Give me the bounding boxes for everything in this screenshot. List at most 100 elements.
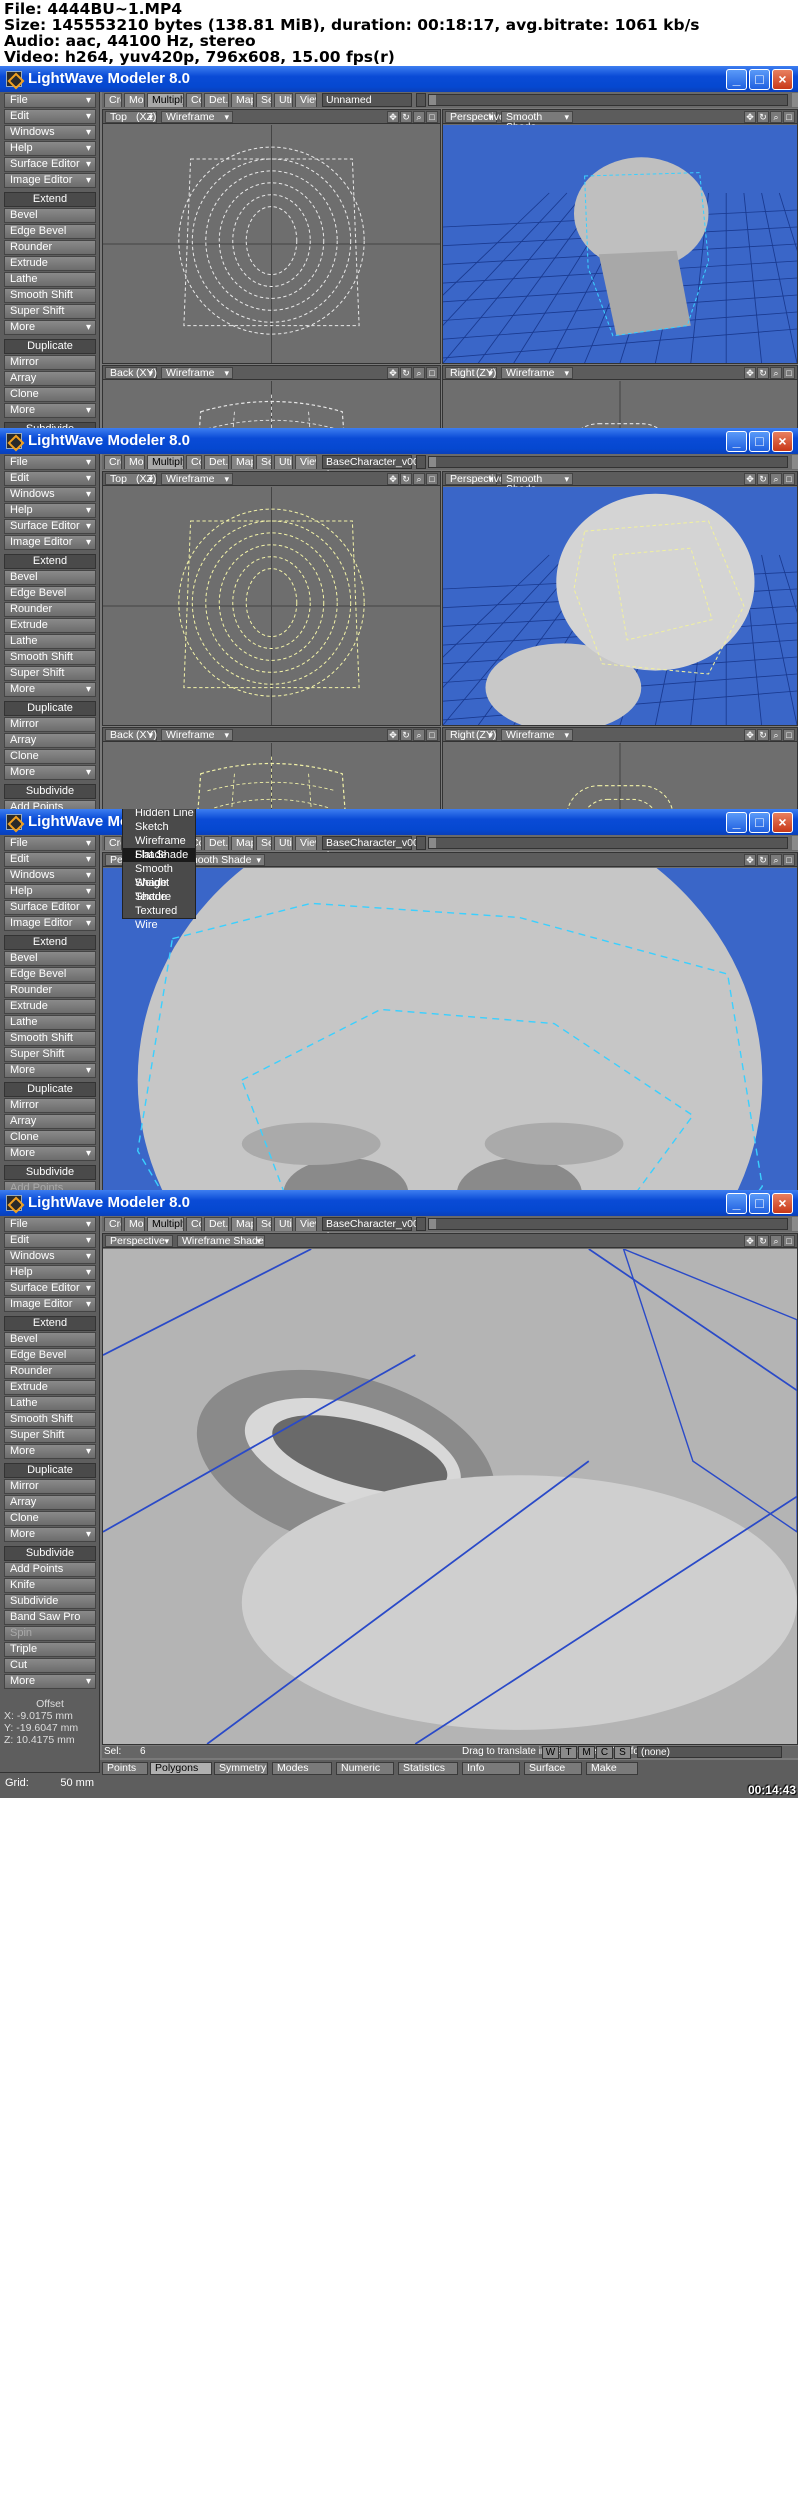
menu-item-weight-shade[interactable]: Weight Shade: [123, 876, 195, 903]
rotate-icon[interactable]: ↻: [400, 367, 412, 379]
object-selector[interactable]: BaseCharacter_v002 *: [322, 836, 425, 861]
tool-more[interactable]: More: [4, 320, 96, 335]
menu-item-smooth-shade[interactable]: Smooth Shade: [123, 862, 195, 889]
render-mode-dropdown[interactable]: Wireframe: [501, 367, 573, 379]
tool-more[interactable]: More: [4, 1063, 96, 1078]
menu-help[interactable]: Help: [4, 1265, 96, 1280]
menu-item-texture[interactable]: Texture: [123, 890, 195, 904]
tool-more[interactable]: More: [4, 765, 96, 780]
tool-lathe[interactable]: Lathe: [4, 272, 96, 287]
maximize-viewport-icon[interactable]: □: [783, 1235, 795, 1247]
tool-smooth-shift[interactable]: Smooth Shift: [4, 288, 96, 303]
view-type-dropdown[interactable]: Top (XZ): [105, 111, 157, 123]
tab-co[interactable]: Co.: [186, 455, 202, 469]
menu-edit[interactable]: Edit: [4, 1233, 96, 1248]
object-selector[interactable]: BaseCharacter_v002 *: [322, 1217, 425, 1242]
minimize-button[interactable]: _: [726, 812, 747, 833]
minimize-button[interactable]: _: [726, 69, 747, 90]
menu-item-textured-wire[interactable]: Textured Wire: [123, 904, 195, 931]
maximize-viewport-icon[interactable]: □: [426, 473, 438, 485]
viewport-perspective[interactable]: PerspectiveSmooth Shade ✥↻⌕□: [442, 471, 798, 726]
close-button[interactable]: ×: [772, 69, 793, 90]
tool-bevel[interactable]: Bevel: [4, 1332, 96, 1347]
tab-mo[interactable]: Mo.: [124, 1217, 145, 1231]
tool-more[interactable]: More: [4, 1674, 96, 1689]
viewport-canvas[interactable]: [103, 1249, 797, 1744]
tool-super-shift[interactable]: Super Shift: [4, 304, 96, 319]
menu-item-sketch[interactable]: Sketch: [123, 820, 195, 834]
view-type-dropdown[interactable]: Top (XZ): [105, 473, 157, 485]
move-icon[interactable]: ✥: [387, 367, 399, 379]
tab-multiply[interactable]: Multiply: [147, 93, 184, 107]
tool-clone[interactable]: Clone: [4, 387, 96, 402]
menu-windows[interactable]: Windows: [4, 868, 96, 883]
tab-det[interactable]: Det.: [204, 93, 229, 107]
rotate-icon[interactable]: ↻: [757, 367, 769, 379]
menu-file[interactable]: File: [4, 93, 96, 108]
menu-surface-editor[interactable]: Surface Editor: [4, 1281, 96, 1296]
wtmcs-c-button[interactable]: C: [596, 1746, 613, 1759]
maximize-button[interactable]: □: [749, 812, 770, 833]
tab-view[interactable]: View: [295, 455, 317, 469]
layer-bank[interactable]: [428, 456, 788, 468]
maximize-button[interactable]: □: [749, 1193, 770, 1214]
tool-lathe[interactable]: Lathe: [4, 634, 96, 649]
info-button[interactable]: Info: [462, 1762, 520, 1775]
render-mode-dropdown[interactable]: Smooth Shade: [501, 473, 573, 494]
menu-windows[interactable]: Windows: [4, 1249, 96, 1264]
zoom-icon[interactable]: ⌕: [770, 729, 782, 741]
menu-help[interactable]: Help: [4, 884, 96, 899]
tool-edge-bevel[interactable]: Edge Bevel: [4, 967, 96, 982]
move-icon[interactable]: ✥: [387, 473, 399, 485]
rotate-icon[interactable]: ↻: [757, 1235, 769, 1247]
view-type-dropdown[interactable]: Perspective: [105, 1235, 173, 1247]
tab-co[interactable]: Co.: [186, 1217, 202, 1231]
tool-clone[interactable]: Clone: [4, 1511, 96, 1526]
menu-help[interactable]: Help: [4, 141, 96, 156]
tool-extrude[interactable]: Extrude: [4, 1380, 96, 1395]
wtmcs-t-button[interactable]: T: [560, 1746, 577, 1759]
move-icon[interactable]: ✥: [387, 111, 399, 123]
menu-item-wireframe-shade[interactable]: Wireframe Shade: [123, 834, 195, 861]
tab-det[interactable]: Det.: [204, 455, 229, 469]
wtmcs-m-button[interactable]: M: [578, 1746, 595, 1759]
menu-image-editor[interactable]: Image Editor: [4, 1297, 96, 1312]
zoom-icon[interactable]: ⌕: [413, 473, 425, 485]
tool-array[interactable]: Array: [4, 371, 96, 386]
wtmcs-s-button[interactable]: S: [614, 1746, 631, 1759]
zoom-icon[interactable]: ⌕: [413, 729, 425, 741]
zoom-icon[interactable]: ⌕: [770, 367, 782, 379]
view-type-dropdown[interactable]: Back (XY): [105, 729, 157, 741]
layer-scroll[interactable]: [792, 455, 798, 469]
tool-rounder[interactable]: Rounder: [4, 240, 96, 255]
maximize-viewport-icon[interactable]: □: [426, 367, 438, 379]
rotate-icon[interactable]: ↻: [400, 111, 412, 123]
tool-mirror[interactable]: Mirror: [4, 355, 96, 370]
tool-lathe[interactable]: Lathe: [4, 1396, 96, 1411]
tab-map[interactable]: Map: [231, 836, 254, 850]
tool-array[interactable]: Array: [4, 1495, 96, 1510]
menu-item-flat-shade[interactable]: Flat Shade: [123, 848, 195, 862]
tool-clone[interactable]: Clone: [4, 749, 96, 764]
tab-cre[interactable]: Cre.: [104, 1217, 122, 1231]
layer-bank[interactable]: [428, 94, 788, 106]
rotate-icon[interactable]: ↻: [757, 854, 769, 866]
zoom-icon[interactable]: ⌕: [770, 111, 782, 123]
tool-edge-bevel[interactable]: Edge Bevel: [4, 586, 96, 601]
tool-cut[interactable]: Cut: [4, 1658, 96, 1673]
menu-file[interactable]: File: [4, 455, 96, 470]
maximize-viewport-icon[interactable]: □: [426, 729, 438, 741]
close-button[interactable]: ×: [772, 431, 793, 452]
statistics-button[interactable]: Statistics: [398, 1762, 458, 1775]
tool-rounder[interactable]: Rounder: [4, 1364, 96, 1379]
render-mode-dropdown[interactable]: Wireframe Shade: [177, 1235, 265, 1247]
menu-edit[interactable]: Edit: [4, 852, 96, 867]
tab-det[interactable]: Det.: [204, 836, 229, 850]
zoom-icon[interactable]: ⌕: [413, 111, 425, 123]
tool-rounder[interactable]: Rounder: [4, 983, 96, 998]
maximize-viewport-icon[interactable]: □: [783, 729, 795, 741]
maximize-viewport-icon[interactable]: □: [783, 367, 795, 379]
maximize-viewport-icon[interactable]: □: [426, 111, 438, 123]
layer-bank[interactable]: [428, 837, 788, 849]
menu-edit[interactable]: Edit: [4, 471, 96, 486]
